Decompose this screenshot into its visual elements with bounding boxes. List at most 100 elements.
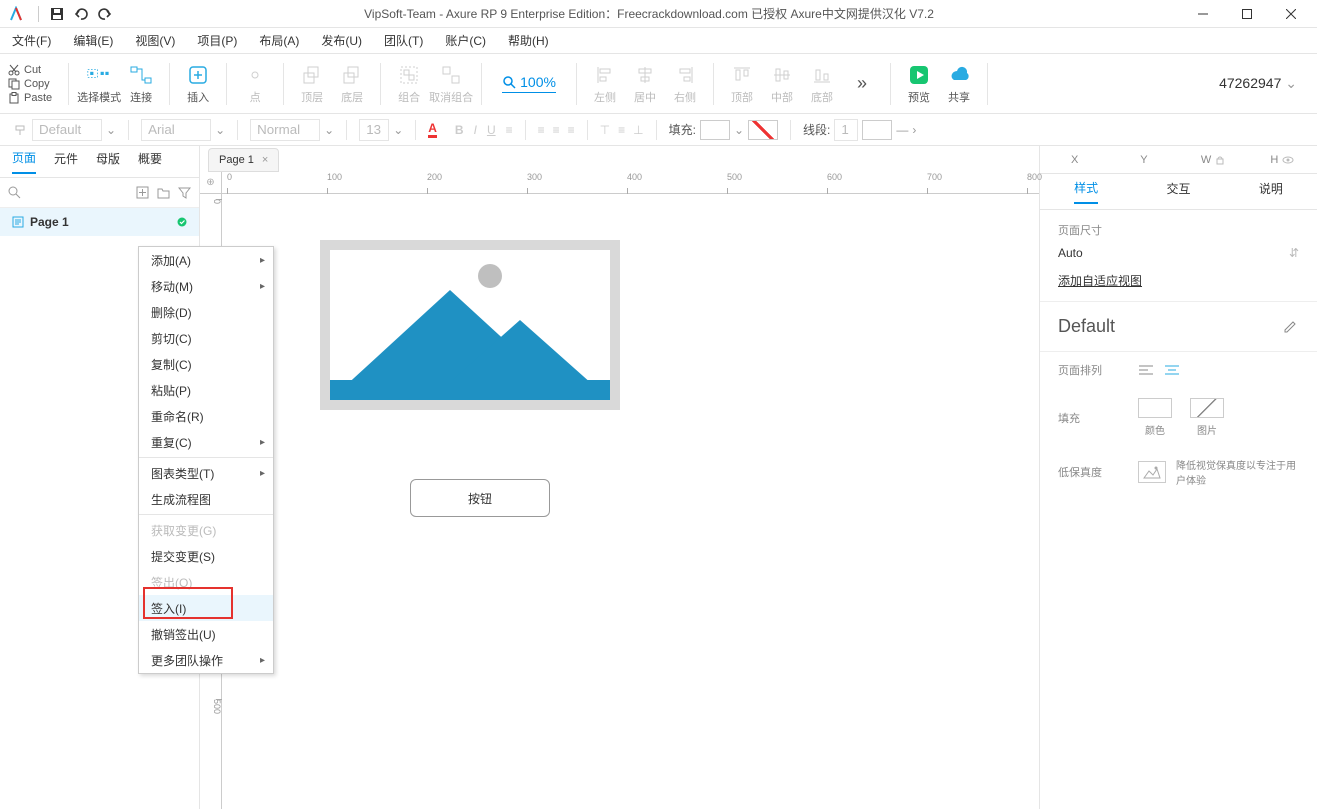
add-adaptive-view-link[interactable]: 添加自适应视图 [1058, 272, 1299, 289]
image-widget[interactable] [320, 240, 620, 410]
paint-icon [14, 124, 28, 136]
page-align-left-icon[interactable] [1138, 364, 1154, 376]
filter-icon[interactable] [178, 186, 191, 199]
connect-button[interactable]: 连接 [121, 63, 161, 105]
low-fidelity-swatch[interactable] [1138, 461, 1166, 483]
h-field[interactable]: H [1248, 154, 1317, 166]
app-logo-icon [4, 2, 28, 26]
menu-project[interactable]: 项目(P) [193, 30, 241, 51]
ctx-cut[interactable]: 剪切(C) [139, 325, 273, 351]
ctx-move[interactable]: 移动(M)▸ [139, 273, 273, 299]
ctx-gen-flow[interactable]: 生成流程图 [139, 486, 273, 512]
weight-picker[interactable]: ⌄ [244, 119, 340, 141]
canvas[interactable]: 按钮 [222, 194, 1039, 809]
copy-button[interactable]: Copy [8, 78, 52, 90]
save-button[interactable] [45, 2, 69, 26]
ctx-more-team[interactable]: 更多团队操作▸ [139, 647, 273, 673]
style-picker[interactable]: ⌄ [8, 119, 122, 141]
redo-button[interactable] [93, 2, 117, 26]
cut-button[interactable]: Cut [8, 64, 52, 76]
close-button[interactable] [1269, 0, 1313, 28]
italic-button[interactable]: I [474, 123, 477, 137]
zoom-control[interactable]: 100% [502, 74, 556, 93]
size-picker[interactable]: ⌄ [353, 119, 409, 141]
style-input[interactable] [32, 119, 102, 141]
menu-edit[interactable]: 编辑(E) [69, 30, 117, 51]
menu-layout[interactable]: 布局(A) [255, 30, 303, 51]
share-button[interactable]: 共享 [939, 63, 979, 105]
ctx-repeat[interactable]: 重复(C)▸ [139, 429, 273, 455]
tab-notes[interactable]: 说明 [1259, 180, 1283, 203]
menu-team[interactable]: 团队(T) [380, 30, 427, 51]
underline-button[interactable]: U [487, 123, 496, 137]
page-tab[interactable]: Page 1 × [208, 148, 279, 172]
search-icon[interactable] [8, 186, 21, 199]
tab-widgets[interactable]: 元件 [54, 150, 78, 173]
fill-picker[interactable]: 填充: ⌄ [663, 120, 784, 140]
menu-account[interactable]: 账户(C) [441, 30, 490, 51]
maximize-button[interactable] [1225, 0, 1269, 28]
tab-masters[interactable]: 母版 [96, 150, 120, 173]
valign-mid[interactable]: ≡ [618, 123, 625, 137]
ctx-delete[interactable]: 删除(D) [139, 299, 273, 325]
style-name-header[interactable]: Default [1040, 302, 1317, 352]
w-field[interactable]: W [1179, 154, 1248, 166]
tab-pages[interactable]: 页面 [12, 149, 36, 174]
align-right-text[interactable]: ≡ [568, 123, 575, 137]
more-tools-button[interactable]: » [842, 72, 882, 96]
valign-top[interactable]: ⊤ [600, 123, 610, 137]
ctx-chart-type[interactable]: 图表类型(T)▸ [139, 460, 273, 486]
tab-interactions[interactable]: 交互 [1166, 180, 1190, 203]
tree-item-label: Page 1 [30, 215, 69, 229]
button-widget[interactable]: 按钮 [410, 479, 550, 517]
menu-view[interactable]: 视图(V) [131, 30, 179, 51]
layout-label: 页面排列 [1058, 362, 1118, 378]
valign-bot[interactable]: ⊥ [633, 123, 643, 137]
tab-outline[interactable]: 概要 [138, 150, 162, 173]
bullets-button[interactable]: ≡ [506, 123, 513, 137]
lock-icon[interactable] [1215, 155, 1225, 165]
ctx-copy[interactable]: 复制(C) [139, 351, 273, 377]
preview-button[interactable]: 预览 [899, 63, 939, 105]
ctx-paste[interactable]: 粘贴(P) [139, 377, 273, 403]
fill-image-swatch[interactable]: 图片 [1190, 398, 1224, 437]
add-page-icon[interactable] [136, 186, 149, 199]
page-align-center-icon[interactable] [1164, 364, 1180, 376]
ctx-commit[interactable]: 提交变更(S) [139, 543, 273, 569]
edit-icon[interactable] [1283, 320, 1299, 334]
select-mode-button[interactable]: 选择模式 [77, 63, 121, 105]
insert-button[interactable]: 插入 [178, 63, 218, 105]
bold-button[interactable]: B [455, 123, 464, 137]
visibility-icon[interactable] [1282, 155, 1294, 165]
size-input[interactable] [359, 119, 389, 141]
menu-help[interactable]: 帮助(H) [504, 30, 553, 51]
page-size-select[interactable]: Auto⇵ [1058, 246, 1299, 260]
y-field[interactable]: Y [1109, 154, 1178, 166]
menu-file[interactable]: 文件(F) [8, 30, 55, 51]
fill-color-swatch[interactable]: 颜色 [1138, 398, 1172, 437]
undo-button[interactable] [69, 2, 93, 26]
ctx-checkin[interactable]: 签入(I) [139, 595, 273, 621]
font-picker[interactable]: ⌄ [135, 119, 231, 141]
menu-publish[interactable]: 发布(U) [317, 30, 366, 51]
ruler-horizontal[interactable]: 0 100 200 300 400 500 600 700 800 [222, 172, 1039, 194]
add-folder-icon[interactable] [157, 186, 170, 199]
tree-item-page1[interactable]: Page 1 [0, 208, 199, 236]
align-center-text[interactable]: ≡ [553, 123, 560, 137]
ruler-origin[interactable]: ⊕ [200, 172, 222, 194]
text-color-button[interactable]: A [422, 121, 443, 138]
align-left-text[interactable]: ≡ [538, 123, 545, 137]
x-field[interactable]: X [1040, 154, 1109, 166]
account-menu[interactable]: 47262947 ⌄ [1219, 75, 1297, 92]
inspect-bar: X Y W H [1040, 146, 1317, 174]
weight-input[interactable] [250, 119, 320, 141]
tab-style[interactable]: 样式 [1074, 179, 1098, 204]
close-tab-icon[interactable]: × [262, 154, 268, 166]
paste-button[interactable]: Paste [8, 92, 52, 104]
ctx-add[interactable]: 添加(A)▸ [139, 247, 273, 273]
font-input[interactable] [141, 119, 211, 141]
ctx-rename[interactable]: 重命名(R) [139, 403, 273, 429]
line-picker[interactable]: 线段: — › [797, 119, 922, 141]
minimize-button[interactable] [1181, 0, 1225, 28]
ctx-undo-checkout[interactable]: 撤销签出(U) [139, 621, 273, 647]
